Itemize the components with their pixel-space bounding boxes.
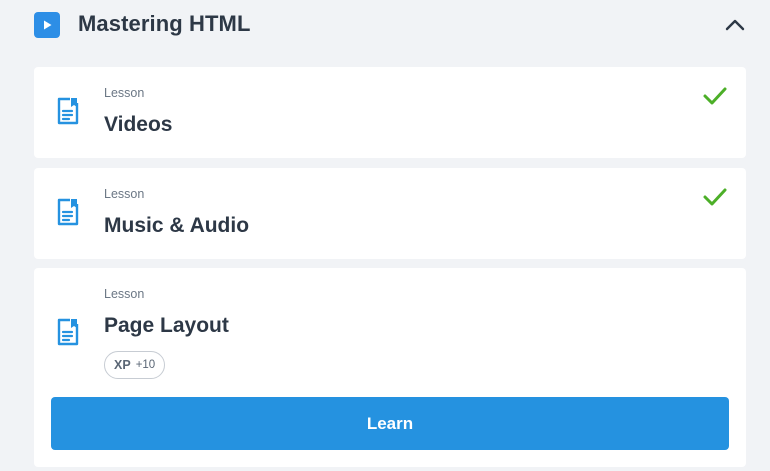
- lesson-type-label: Lesson: [104, 86, 145, 100]
- xp-badge: XP +10: [104, 351, 166, 379]
- lesson-card-videos[interactable]: Lesson Videos: [34, 67, 746, 158]
- chevron-up-icon: [725, 19, 745, 31]
- module-title: Mastering HTML: [78, 11, 251, 36]
- lesson-type-label: Lesson: [104, 287, 145, 301]
- checkmark-icon: [703, 188, 727, 206]
- lesson-title: Videos: [104, 113, 173, 136]
- collapse-button[interactable]: [720, 12, 750, 38]
- xp-value: +10: [135, 359, 156, 371]
- module-header: Mastering HTML: [0, 0, 770, 52]
- lesson-card-music-audio[interactable]: Lesson Music & Audio: [34, 168, 746, 259]
- lesson-card-page-layout: Lesson Page Layout XP +10 Learn: [34, 268, 746, 467]
- lesson-type-label: Lesson: [104, 187, 145, 201]
- lesson-document-icon: [57, 97, 79, 125]
- learn-button[interactable]: Learn: [51, 397, 729, 450]
- lesson-title: Page Layout: [104, 314, 229, 337]
- checkmark-icon: [703, 87, 727, 105]
- lesson-document-icon: [57, 318, 79, 346]
- lesson-title: Music & Audio: [104, 214, 250, 237]
- play-icon[interactable]: [34, 12, 60, 38]
- lesson-document-icon: [57, 198, 79, 226]
- xp-label: XP: [114, 358, 131, 372]
